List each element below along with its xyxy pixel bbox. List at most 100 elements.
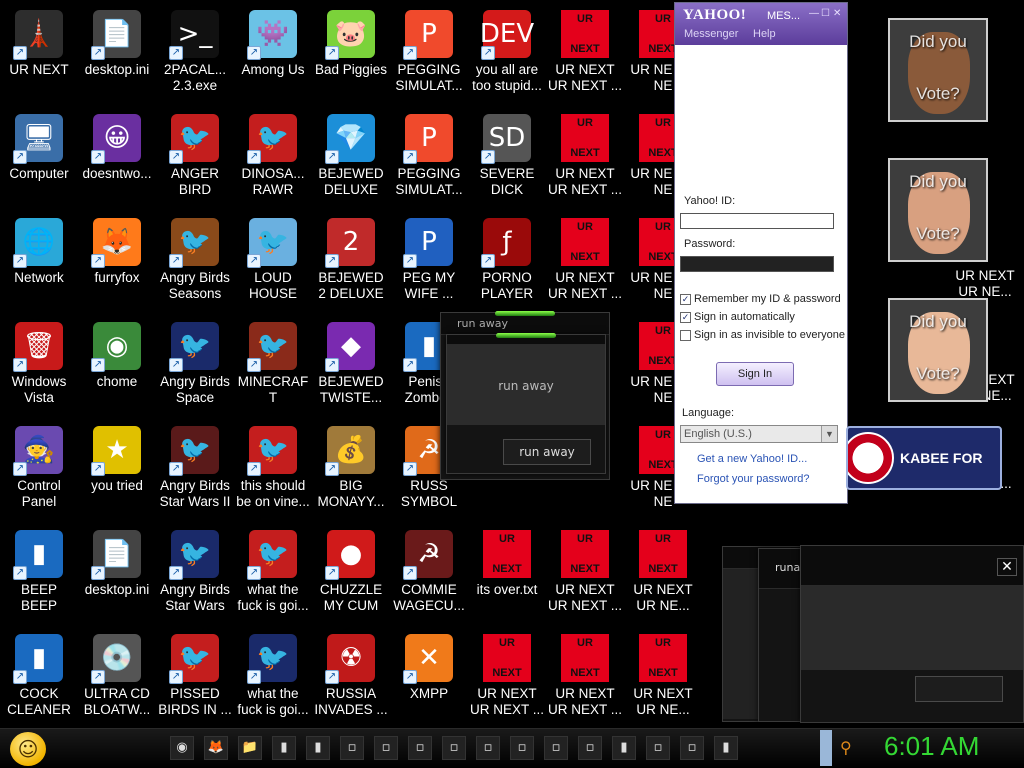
run-away-window-front[interactable]: run away run away xyxy=(446,333,606,474)
menu-help[interactable]: Help xyxy=(753,28,776,40)
empty-window-button[interactable] xyxy=(915,676,1003,702)
desktop-icon[interactable]: 🌐 ↗ Network xyxy=(0,212,78,312)
desktop-icon[interactable]: UR NEXT UR NEXT UR NEXT ... xyxy=(546,524,624,624)
desktop-icon[interactable]: 2 ↗ BEJEWED 2 DELUXE xyxy=(312,212,390,312)
run-away-titlebar[interactable]: run away xyxy=(441,311,609,335)
new-id-link[interactable]: Get a new Yahoo! ID... xyxy=(697,453,807,465)
vote-widget-2[interactable]: Did you Vote? xyxy=(888,158,988,262)
desktop-icon[interactable]: UR NEXT UR NEXT UR NEXT ... xyxy=(546,628,624,728)
desktop-icon[interactable]: SD ↗ SEVERE DICK xyxy=(468,108,546,208)
desktop-icon[interactable]: 🐦 ↗ Angry Birds Space xyxy=(156,316,234,416)
desktop-icon[interactable]: 🗑 ↗ Windows Vista xyxy=(0,316,78,416)
desktop-icon[interactable]: ▮ ↗ BEEP BEEP xyxy=(0,524,78,624)
desktop-icon[interactable]: 💿 ↗ ULTRA CD BLOATW... xyxy=(78,628,156,728)
desktop-icon[interactable]: 🐦 ↗ what the fuck is goi... xyxy=(234,628,312,728)
vote-widget-1[interactable]: Did you Vote? xyxy=(888,18,988,122)
desktop-icon[interactable]: P ↗ PEGGING SIMULAT... xyxy=(390,4,468,104)
desktop-icon[interactable]: 🐦 ↗ Angry Birds Star Wars xyxy=(156,524,234,624)
desktop-icon[interactable]: ◆ ↗ BEJEWED TWISTE... xyxy=(312,316,390,416)
desktop-icon[interactable]: ● ↗ CHUZZLE MY CUM xyxy=(312,524,390,624)
forgot-password-link[interactable]: Forgot your password? xyxy=(697,473,810,485)
yahoo-messenger-window[interactable]: YAHOO! MES... — ☐ ✕ Messenger Help Yahoo… xyxy=(674,2,848,504)
taskbar-button[interactable]: ▫ xyxy=(680,736,704,760)
desktop-icon[interactable]: 🐦 ↗ LOUD HOUSE xyxy=(234,212,312,312)
taskbar-button[interactable]: ◉ xyxy=(170,736,194,760)
desktop-icon[interactable]: UR NEXT UR NEXT UR NEXT ... xyxy=(546,108,624,208)
sign-in-button[interactable]: Sign In xyxy=(716,362,794,386)
yahoo-titlebar[interactable]: YAHOO! MES... — ☐ ✕ Messenger Help xyxy=(675,3,847,45)
run-away-button[interactable]: run away xyxy=(503,439,591,465)
desktop-icon[interactable]: 🐦 ↗ Angry Birds Star Wars II xyxy=(156,420,234,520)
close-icon[interactable]: ✕ xyxy=(997,558,1017,576)
desktop-icon[interactable]: P ↗ PEGGING SIMULAT... xyxy=(390,108,468,208)
desktop-icon[interactable]: UR NEXT UR NEXT UR NE... xyxy=(624,524,702,624)
desktop-icon[interactable]: 📄 ↗ desktop.ini xyxy=(78,4,156,104)
minimize-icon[interactable]: — xyxy=(809,8,819,19)
desktop-icon[interactable]: ☢ ↗ RUSSIA INVADES ... xyxy=(312,628,390,728)
taskbar-button[interactable]: ▫ xyxy=(408,736,432,760)
run-away-front-titlebar[interactable] xyxy=(447,333,605,345)
auto-signin-checkbox[interactable]: ✓ Sign in automatically xyxy=(680,311,795,323)
desktop-icon[interactable]: 🖥 ↗ Computer xyxy=(0,108,78,208)
desktop-icon[interactable]: 🦊 ↗ furryfox xyxy=(78,212,156,312)
taskbar-button[interactable]: ▮ xyxy=(612,736,636,760)
empty-window-titlebar[interactable]: ✕ xyxy=(801,546,1023,586)
remember-checkbox[interactable]: ✓ Remember my ID & password xyxy=(680,293,841,305)
desktop-icon[interactable]: 📄 ↗ desktop.ini xyxy=(78,524,156,624)
taskbar-scroll[interactable] xyxy=(820,730,832,766)
invisible-checkbox[interactable]: Sign in as invisible to everyone xyxy=(680,329,845,341)
desktop-icon[interactable]: UR NEXT UR NEXT UR NEXT ... xyxy=(546,212,624,312)
desktop-icon[interactable]: UR NEXT its over.txt xyxy=(468,524,546,624)
menu-messenger[interactable]: Messenger xyxy=(684,28,738,40)
desktop-icon[interactable]: ✕ ↗ XMPP xyxy=(390,628,468,728)
desktop-icon[interactable]: ★ ↗ you tried xyxy=(78,420,156,520)
desktop-icon[interactable]: UR NEXT UR NEXT UR NEXT ... xyxy=(468,628,546,728)
taskbar-button[interactable]: ▮ xyxy=(306,736,330,760)
desktop-icon[interactable]: 🗼 ↗ UR NEXT xyxy=(0,4,78,104)
vote-widget-3[interactable]: Did you Vote? xyxy=(888,298,988,402)
search-icon[interactable]: ⚲ xyxy=(840,738,852,757)
close-icon[interactable]: ✕ xyxy=(833,8,841,19)
chevron-down-icon[interactable]: ▼ xyxy=(821,426,837,442)
desktop-icon[interactable]: 💎 ↗ BEJEWED DELUXE xyxy=(312,108,390,208)
desktop-icon[interactable]: 🧙 ↗ Control Panel xyxy=(0,420,78,520)
taskbar-button[interactable]: ▫ xyxy=(374,736,398,760)
desktop-icon[interactable]: 🐦 ↗ DINOSA... RAWR xyxy=(234,108,312,208)
desktop-icon[interactable]: 😀 ↗ doesntwo... xyxy=(78,108,156,208)
desktop-icon[interactable]: UR NEXT UR NEXT UR NEXT ... xyxy=(546,4,624,104)
empty-dark-window[interactable]: ✕ xyxy=(800,545,1024,723)
taskbar-button[interactable]: ▮ xyxy=(272,736,296,760)
start-button[interactable]: ☺ xyxy=(10,732,46,766)
desktop-icon[interactable]: 🐦 ↗ ANGER BIRD xyxy=(156,108,234,208)
desktop-icon[interactable]: 🐦 ↗ PISSED BIRDS IN ... xyxy=(156,628,234,728)
desktop-icon[interactable]: ☭ ↗ COMMIE WAGECU... xyxy=(390,524,468,624)
taskbar-button[interactable]: ▫ xyxy=(340,736,364,760)
yahoo-id-input[interactable] xyxy=(680,213,834,229)
maximize-icon[interactable]: ☐ xyxy=(821,8,830,19)
desktop-icon[interactable]: ◉ ↗ chome xyxy=(78,316,156,416)
taskbar-button[interactable]: ▮ xyxy=(714,736,738,760)
desktop-icon[interactable]: 🐷 ↗ Bad Piggies xyxy=(312,4,390,104)
taskbar-button[interactable]: ▫ xyxy=(646,736,670,760)
desktop-icon[interactable]: 🐦 ↗ this should be on vine... xyxy=(234,420,312,520)
taskbar-button[interactable]: ▫ xyxy=(578,736,602,760)
desktop-icon[interactable]: >_ ↗ 2PACAL... 2.3.exe xyxy=(156,4,234,104)
desktop-icon[interactable]: ƒ ↗ PORNO PLAYER xyxy=(468,212,546,312)
desktop-icon[interactable]: 💰 ↗ BIG MONAYY... xyxy=(312,420,390,520)
taskbar-button[interactable]: ▫ xyxy=(476,736,500,760)
password-input[interactable] xyxy=(680,256,834,272)
desktop-icon[interactable]: 🐦 ↗ Angry Birds Seasons xyxy=(156,212,234,312)
taskbar-button[interactable]: ▫ xyxy=(510,736,534,760)
taskbar-button[interactable]: 📁 xyxy=(238,736,262,760)
desktop-icon[interactable]: 👾 ↗ Among Us xyxy=(234,4,312,104)
taskbar-button[interactable]: ▫ xyxy=(442,736,466,760)
desktop-icon[interactable]: P ↗ PEG MY WIFE ... xyxy=(390,212,468,312)
desktop-icon[interactable]: UR NEXT UR NEXT UR NE... xyxy=(624,628,702,728)
desktop-icon[interactable]: DEV ↗ you all are too stupid... xyxy=(468,4,546,104)
taskbar-button[interactable]: 🦊 xyxy=(204,736,228,760)
language-select[interactable]: English (U.S.) ▼ xyxy=(680,425,838,443)
taskbar-button[interactable]: ▫ xyxy=(544,736,568,760)
desktop-icon[interactable]: 🐦 ↗ MINECRAFT xyxy=(234,316,312,416)
desktop-icon[interactable]: 🐦 ↗ what the fuck is goi... xyxy=(234,524,312,624)
desktop-icon[interactable]: ▮ ↗ COCK CLEANER xyxy=(0,628,78,728)
